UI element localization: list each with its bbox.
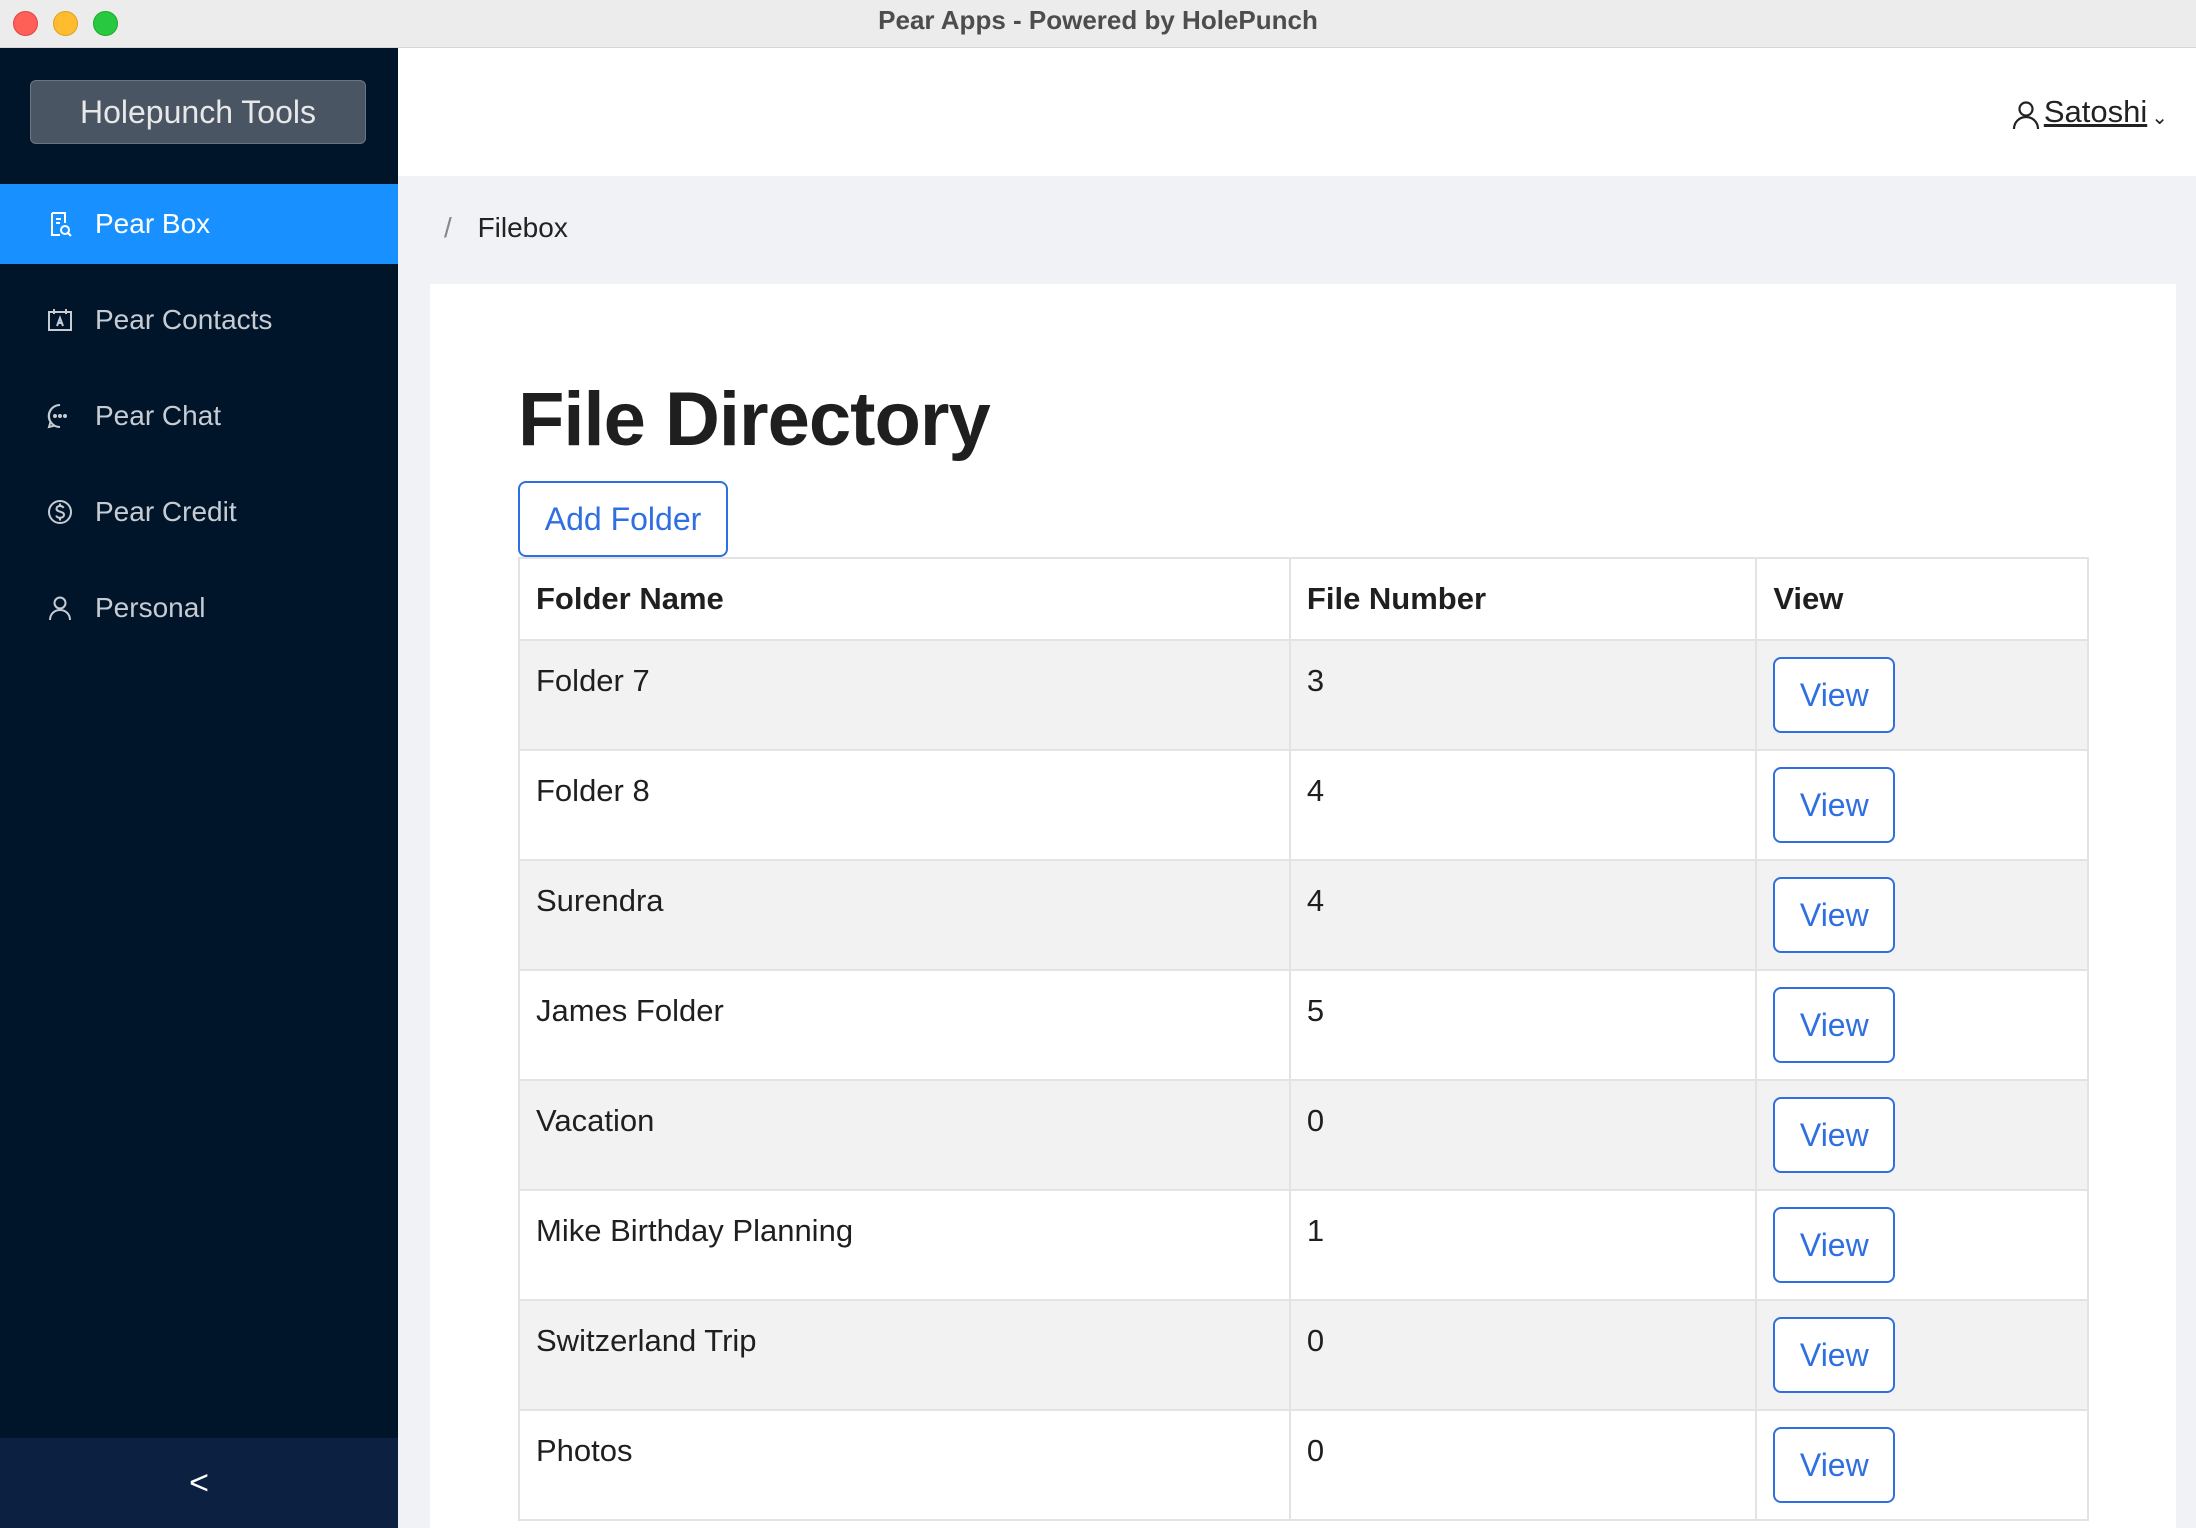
sidebar-item-label: Personal <box>95 592 206 623</box>
chevron-down-icon: ⌄ <box>2151 107 2168 129</box>
sidebar-item-pear-box[interactable]: Pear Box <box>0 184 398 264</box>
folder-name-cell: Folder 7 <box>518 639 1291 751</box>
user-name: Satoshi <box>2043 94 2148 129</box>
view-button[interactable]: View <box>1773 1317 1896 1393</box>
view-button[interactable]: View <box>1773 657 1896 733</box>
view-button[interactable]: View <box>1773 877 1896 953</box>
column-header-folder-name: Folder Name <box>518 557 1291 641</box>
view-cell: View <box>1755 1079 2089 1191</box>
sidebar-item-pear-chat[interactable]: Pear Chat <box>0 376 398 456</box>
file-search-icon <box>45 209 75 239</box>
user-icon <box>2012 101 2039 130</box>
add-folder-button[interactable]: Add Folder <box>518 481 728 557</box>
table-row: Switzerland Trip 0 View <box>518 1299 2089 1411</box>
table-row: Surendra 4 View <box>518 859 2089 971</box>
file-number-cell: 5 <box>1288 969 1758 1081</box>
file-number-cell: 4 <box>1288 859 1758 971</box>
table-row: Mike Birthday Planning 1 View <box>518 1189 2089 1301</box>
column-header-view: View <box>1755 557 2089 641</box>
table-row: Photos 0 View <box>518 1409 2089 1521</box>
file-number-cell: 0 <box>1288 1409 1758 1521</box>
view-cell: View <box>1755 859 2089 971</box>
sidebar-item-label: Pear Chat <box>95 400 222 431</box>
table-row: Folder 7 3 View <box>518 639 2089 751</box>
file-number-cell: 3 <box>1288 639 1758 751</box>
file-number-cell: 0 <box>1288 1299 1758 1411</box>
view-cell: View <box>1755 1299 2089 1411</box>
folder-name-cell: Switzerland Trip <box>518 1299 1291 1411</box>
window-title: Pear Apps - Powered by HolePunch <box>878 5 1318 35</box>
table-row: Vacation 0 View <box>518 1079 2089 1191</box>
view-cell: View <box>1755 1409 2089 1521</box>
page-title: File Directory <box>518 377 991 462</box>
sidebar-item-label: Pear Credit <box>95 496 237 527</box>
folder-name-cell: Photos <box>518 1409 1291 1521</box>
view-button[interactable]: View <box>1773 1427 1896 1503</box>
dollar-circle-icon <box>45 497 75 527</box>
contacts-calendar-icon <box>45 305 75 335</box>
folder-name-cell: Folder 8 <box>518 749 1291 861</box>
window-titlebar: Pear Apps - Powered by HolePunch <box>0 0 2196 48</box>
view-button[interactable]: View <box>1773 1097 1896 1173</box>
sidebar-item-pear-credit[interactable]: Pear Credit <box>0 472 398 552</box>
user-icon <box>45 593 75 623</box>
folder-name-cell: Mike Birthday Planning <box>518 1189 1291 1301</box>
sidebar-logo: Holepunch Tools <box>30 80 366 144</box>
chevron-left-icon: < <box>189 1463 209 1502</box>
sidebar-item-personal[interactable]: Personal <box>0 568 398 648</box>
sidebar-collapse-button[interactable]: < <box>0 1438 398 1528</box>
view-button[interactable]: View <box>1773 767 1896 843</box>
file-number-cell: 4 <box>1288 749 1758 861</box>
table-header-row: Folder Name File Number View <box>518 557 2089 641</box>
view-button[interactable]: View <box>1773 1207 1896 1283</box>
folder-table: Folder Name File Number View Folder 7 3 … <box>518 557 2089 1521</box>
folder-name-cell: James Folder <box>518 969 1291 1081</box>
view-cell: View <box>1755 969 2089 1081</box>
sidebar-item-label: Pear Box <box>95 208 211 239</box>
view-cell: View <box>1755 749 2089 861</box>
table-row: James Folder 5 View <box>518 969 2089 1081</box>
file-number-cell: 1 <box>1288 1189 1758 1301</box>
content-card: File Directory Add Folder Folder Name Fi… <box>430 284 2176 1528</box>
folder-name-cell: Vacation <box>518 1079 1291 1191</box>
breadcrumb-separator: / <box>444 212 452 243</box>
breadcrumb-current: Filebox <box>477 212 568 243</box>
column-header-file-number: File Number <box>1288 557 1758 641</box>
view-cell: View <box>1755 639 2089 751</box>
file-number-cell: 0 <box>1288 1079 1758 1191</box>
folder-table-wrapper: Folder Name File Number View Folder 7 3 … <box>518 557 2089 1521</box>
sidebar-item-pear-contacts[interactable]: Pear Contacts <box>0 280 398 360</box>
sidebar: Holepunch Tools Pear Box Pear Contacts P… <box>0 48 398 1528</box>
sidebar-menu: Pear Box Pear Contacts Pear Chat Pear Cr… <box>0 184 398 664</box>
chat-bubble-icon <box>45 401 75 431</box>
table-row: Folder 8 4 View <box>518 749 2089 861</box>
user-menu[interactable]: Satoshi ⌄ <box>2010 94 2168 130</box>
sidebar-item-label: Pear Contacts <box>95 304 273 335</box>
view-cell: View <box>1755 1189 2089 1301</box>
top-header: Satoshi ⌄ <box>398 48 2196 176</box>
view-button[interactable]: View <box>1773 987 1896 1063</box>
folder-name-cell: Surendra <box>518 859 1291 971</box>
breadcrumb: / Filebox <box>444 212 568 244</box>
